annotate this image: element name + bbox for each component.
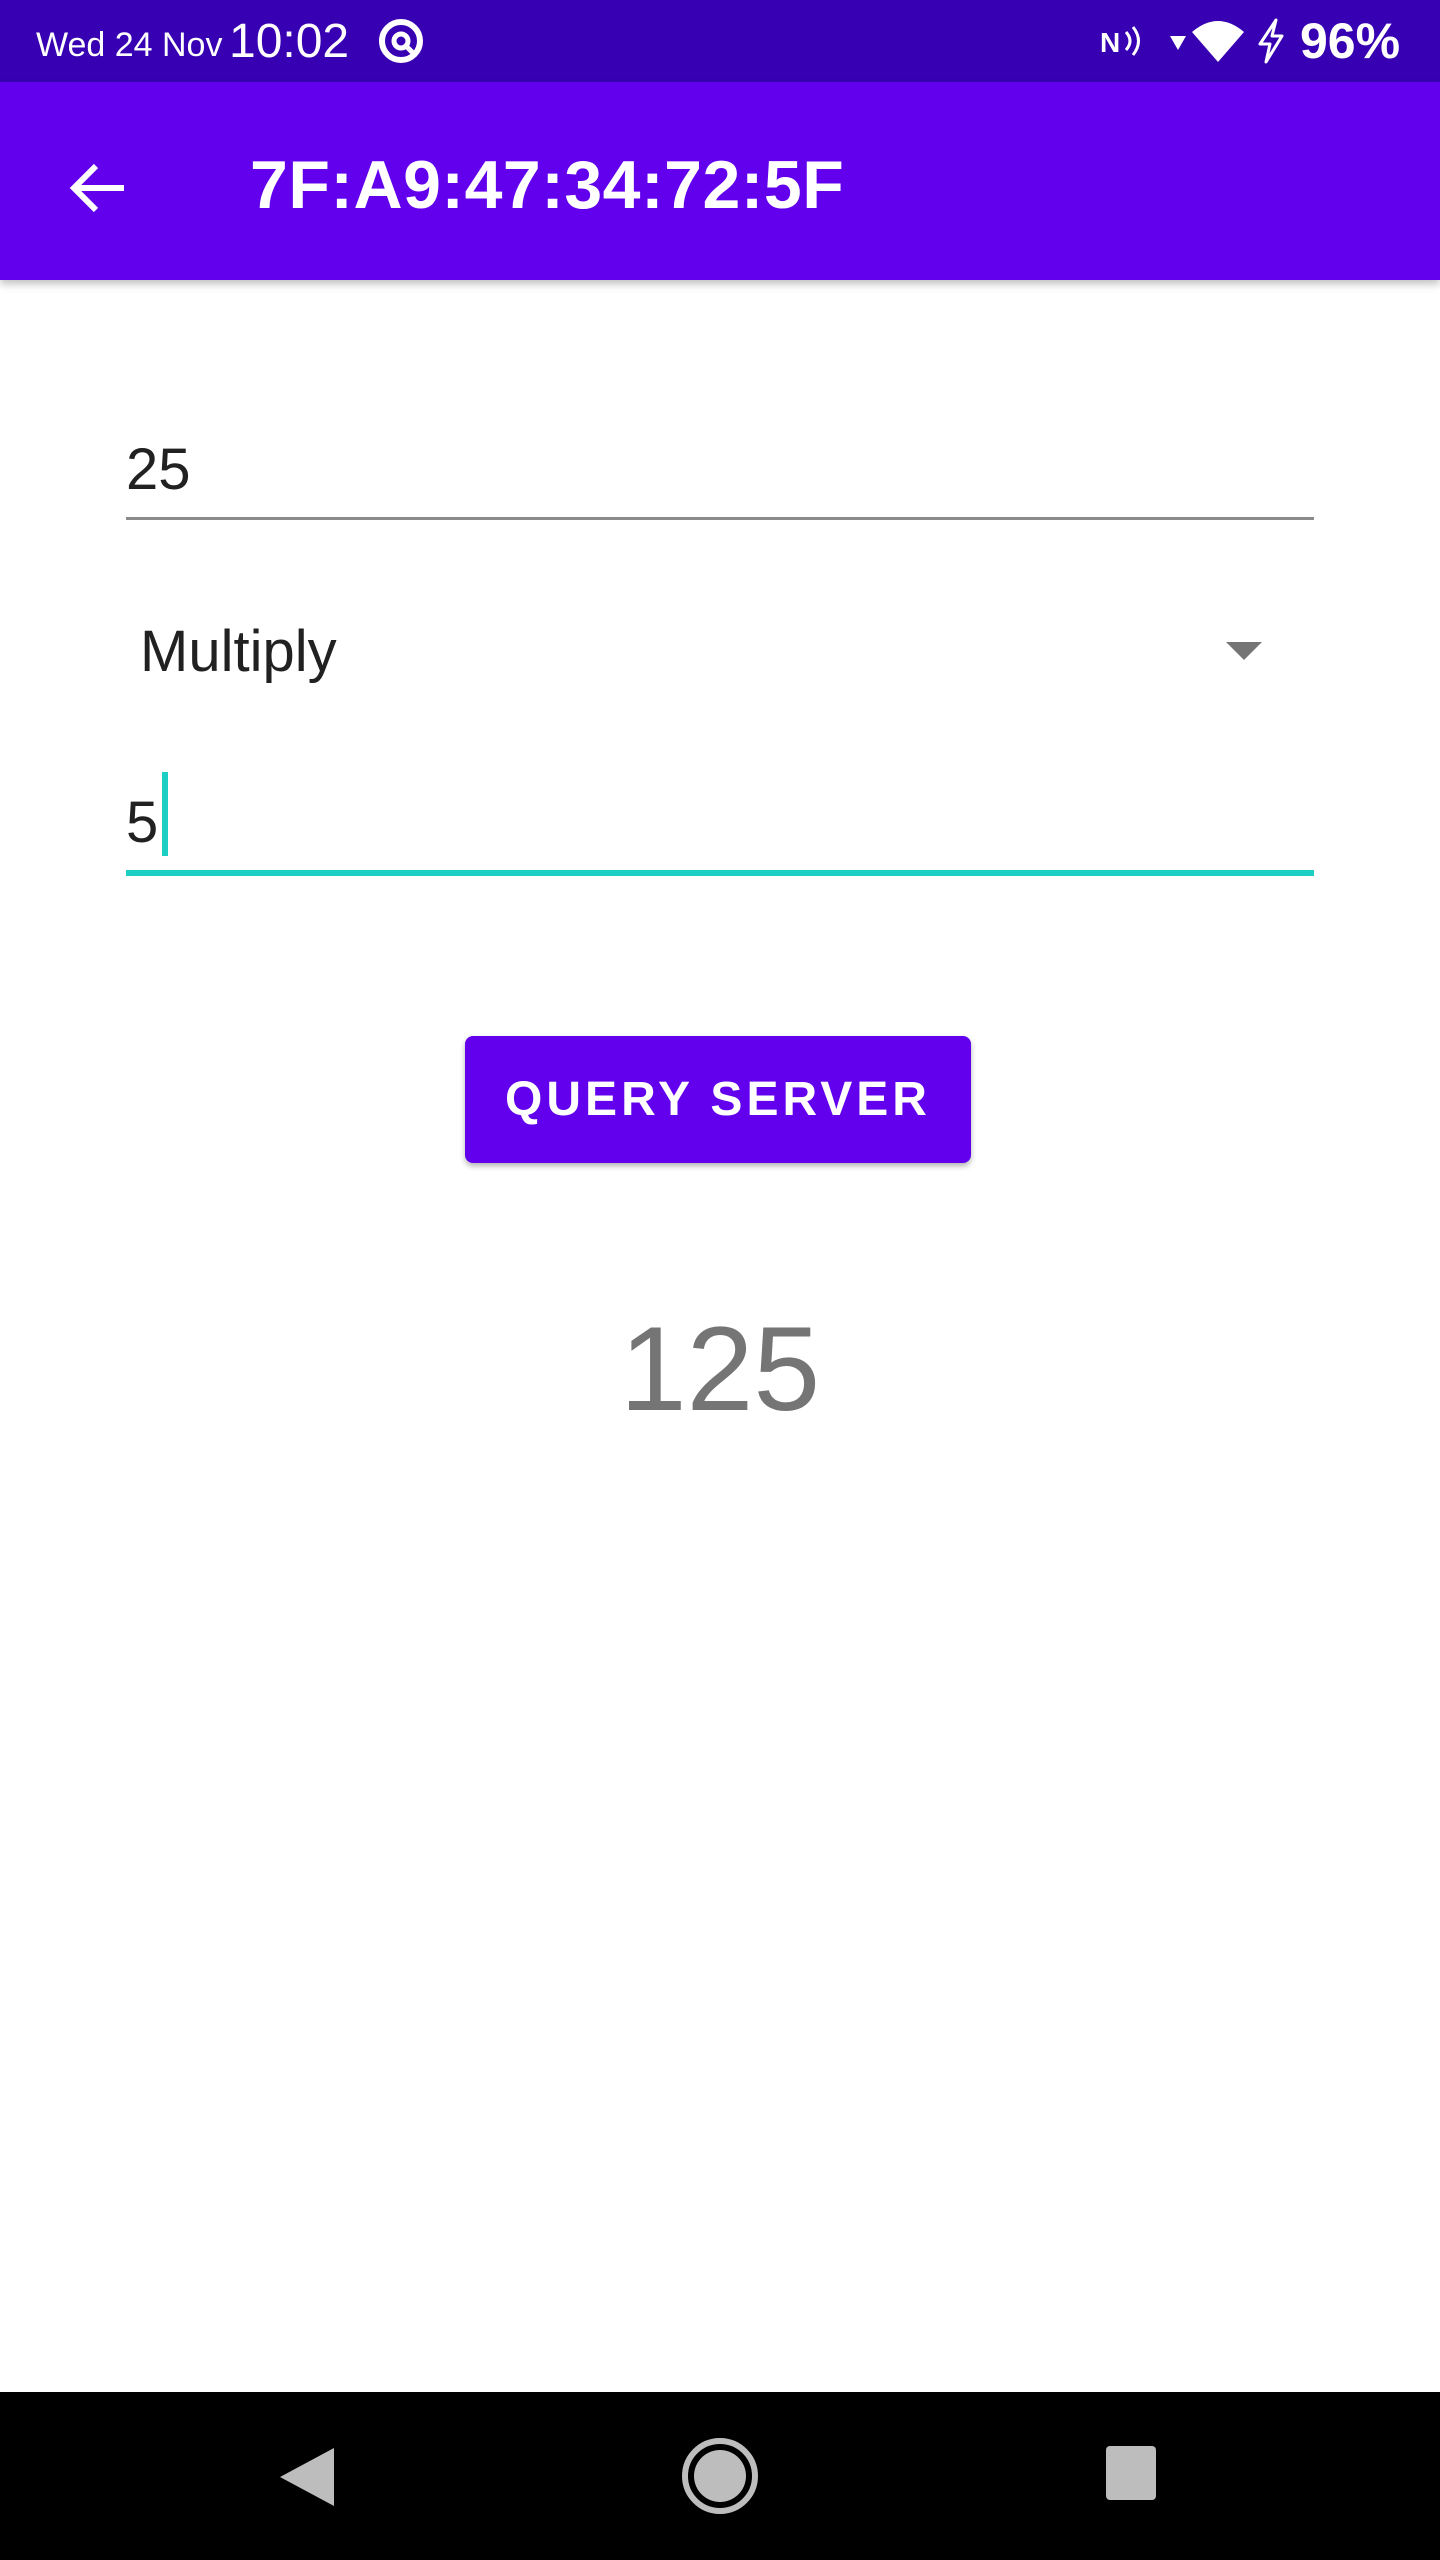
charging-icon (1258, 18, 1284, 64)
result-text: 125 (619, 1302, 821, 1436)
battery-percent: 96% (1300, 13, 1401, 69)
app-notification-icon (379, 19, 423, 63)
navigation-bar (0, 2392, 1440, 2560)
arrow-back-icon (69, 163, 124, 213)
operation-selected-value: Multiply (140, 619, 337, 684)
nav-back-icon[interactable] (272, 2442, 342, 2512)
dropdown-arrow-icon (1226, 642, 1262, 660)
screen: Wed 24 Nov 10:02 N 96% 7F:A9:47:34:72:5F… (0, 0, 1440, 2560)
status-bar: Wed 24 Nov 10:02 N 96% (0, 0, 1440, 82)
status-time: 10:02 (229, 15, 350, 68)
signal-arrow-icon (1170, 36, 1186, 50)
second-number-input[interactable]: 5 (126, 772, 1314, 876)
page-title: 7F:A9:47:34:72:5F (250, 147, 845, 223)
wifi-icon (1192, 21, 1244, 62)
nav-home-icon[interactable] (680, 2436, 760, 2516)
svg-text:N: N (1100, 27, 1120, 58)
operation-dropdown[interactable]: Multiply (126, 600, 1314, 700)
app-bar: 7F:A9:47:34:72:5F (0, 82, 1440, 280)
second-number-value: 5 (126, 790, 159, 855)
text-cursor (162, 772, 169, 856)
nav-recents-icon[interactable] (1104, 2444, 1158, 2502)
nfc-icon: N (1100, 26, 1140, 58)
query-server-button[interactable]: QUERY SERVER (465, 1036, 971, 1163)
back-button[interactable] (50, 140, 146, 236)
first-number-value: 25 (126, 437, 191, 502)
status-date: Wed 24 Nov (36, 26, 223, 64)
first-number-input[interactable]: 25 (126, 424, 1314, 520)
second-number-value-wrap: 5 (126, 772, 169, 856)
